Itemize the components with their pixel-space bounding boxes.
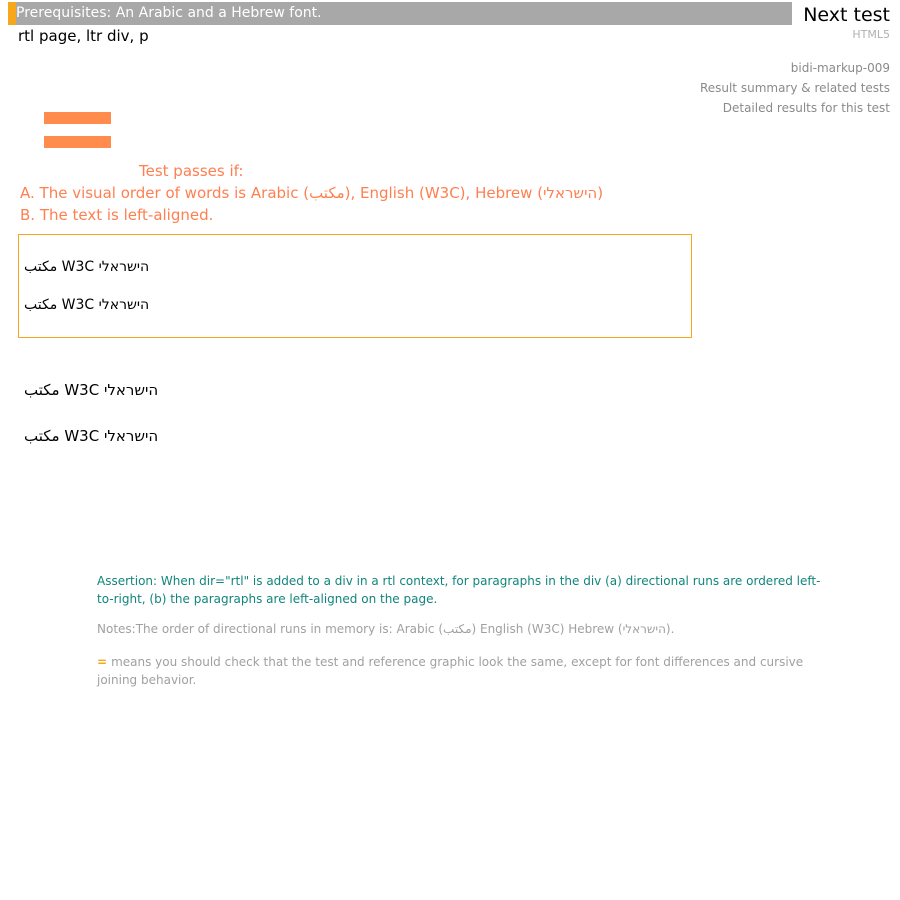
instructions-heading: Test passes if: <box>139 162 244 180</box>
equals-note: = means you should check that the test an… <box>97 653 837 689</box>
footer-notes: Assertion: When dir="rtl" is added to a … <box>97 572 837 689</box>
instructions: Test passes if: A. The visual order of w… <box>20 160 603 226</box>
equals-icon <box>44 112 111 148</box>
next-test-link[interactable]: Next test <box>803 4 890 26</box>
equals-bar-top <box>44 112 111 124</box>
prerequisites-text: Prerequisites: An Arabic and a Hebrew fo… <box>16 5 322 21</box>
result-summary-link[interactable]: Result summary & related tests <box>700 78 890 98</box>
test-line-2: مكتب W3C הישראלי <box>24 297 150 313</box>
detailed-results-link[interactable]: Detailed results for this test <box>700 98 890 118</box>
side-links: bidi-markup-009 Result summary & related… <box>700 58 890 118</box>
equals-bar-bottom <box>44 136 111 148</box>
prerequisites-banner: Prerequisites: An Arabic and a Hebrew fo… <box>8 2 792 25</box>
spec-label: HTML5 <box>852 28 890 41</box>
instruction-item-b: B. The text is left-aligned. <box>20 206 214 224</box>
test-id-link[interactable]: bidi-markup-009 <box>700 58 890 78</box>
test-line-1: مكتب W3C הישראלי <box>24 259 150 275</box>
assertion-text: Assertion: When dir="rtl" is added to a … <box>97 574 821 606</box>
page-title: rtl page, ltr div, p <box>18 27 149 45</box>
notes-text: Notes:The order of directional runs in m… <box>97 622 675 636</box>
reference-line-2: مكتب W3C הישראלי <box>24 427 159 445</box>
equals-note-text: means you should check that the test and… <box>97 655 804 687</box>
instruction-item-a: A. The visual order of words is Arabic (… <box>20 184 604 202</box>
reference-line-1: مكتب W3C הישראלי <box>24 381 159 399</box>
equals-symbol: = <box>97 655 108 669</box>
test-box: مكتب W3C הישראלי مكتب W3C הישראלי <box>18 234 692 338</box>
